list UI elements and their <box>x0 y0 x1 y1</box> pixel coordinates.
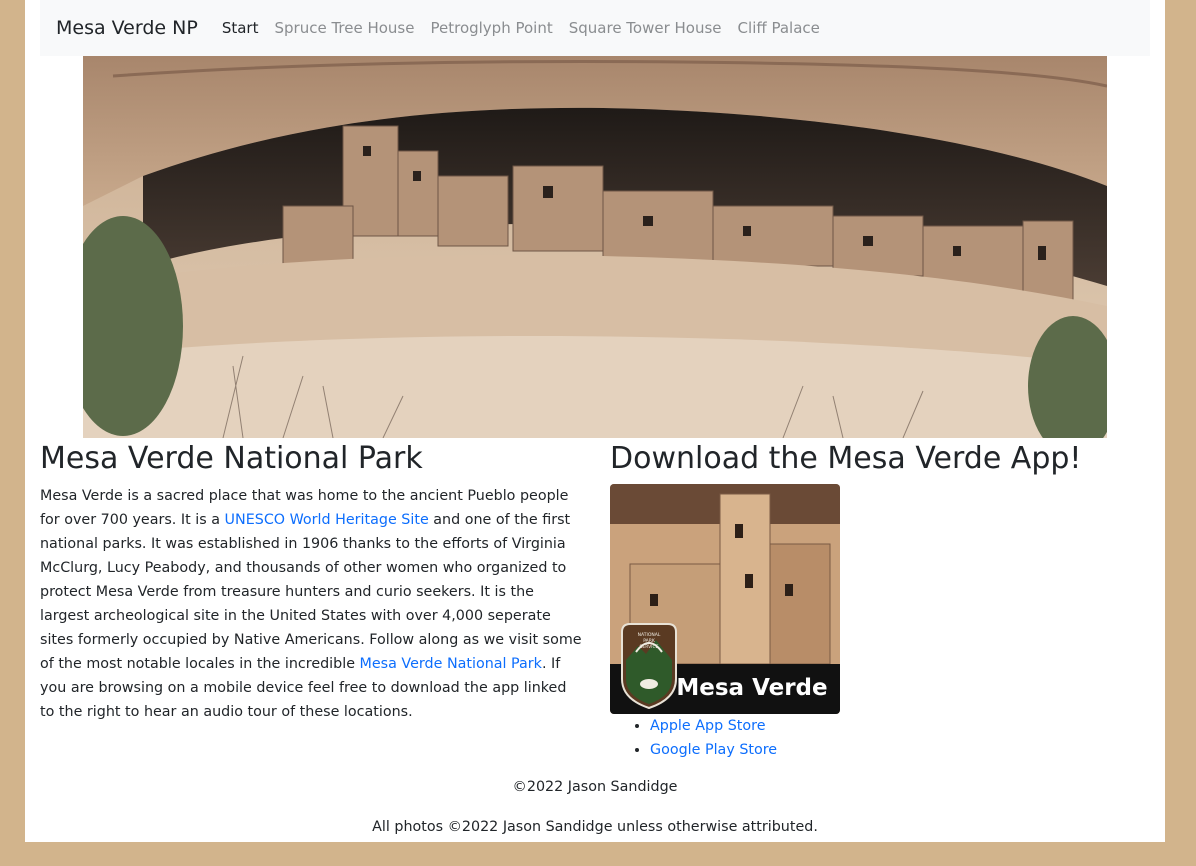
park-intro-section: Mesa Verde National Park Mesa Verde is a… <box>40 438 585 724</box>
nav-item-petroglyph-point[interactable]: Petroglyph Point <box>430 19 552 37</box>
mesa-verde-park-link[interactable]: Mesa Verde National Park <box>360 656 542 672</box>
page-container: Mesa Verde NP Start Spruce Tree House Pe… <box>25 0 1165 842</box>
google-play-store-link[interactable]: Google Play Store <box>650 742 777 758</box>
list-item: Google Play Store <box>650 738 1150 762</box>
app-heading: Download the Mesa Verde App! <box>610 441 1082 476</box>
hero-image-cliff-dwelling <box>83 56 1107 438</box>
navbar: Mesa Verde NP Start Spruce Tree House Pe… <box>40 0 1150 56</box>
unesco-link[interactable]: UNESCO World Heritage Site <box>225 512 429 528</box>
app-logo-image: NATIONAL PARK SERVICE Mesa Verde <box>610 484 840 714</box>
nps-badge-text-3: SERVICE <box>640 644 659 650</box>
navbar-brand[interactable]: Mesa Verde NP <box>56 17 198 39</box>
app-store-list: Apple App Store Google Play Store <box>610 714 1150 762</box>
apple-app-store-link[interactable]: Apple App Store <box>650 718 766 734</box>
description-text-2: and one of the first national parks. It … <box>40 512 582 672</box>
nps-badge-text-2: PARK <box>643 638 656 644</box>
nav-item-spruce-tree-house[interactable]: Spruce Tree House <box>274 19 414 37</box>
footer-photo-credit: All photos ©2022 Jason Sandidge unless o… <box>372 819 818 835</box>
app-download-section: Download the Mesa Verde App! NATIONAL PA… <box>610 438 1150 762</box>
nav-item-square-tower-house[interactable]: Square Tower House <box>569 19 722 37</box>
footer-copyright: ©2022 Jason Sandidge <box>512 779 678 795</box>
nav-item-start[interactable]: Start <box>222 19 259 37</box>
park-description: Mesa Verde is a sacred place that was ho… <box>40 484 585 724</box>
nav-item-cliff-palace[interactable]: Cliff Palace <box>738 19 820 37</box>
list-item: Apple App Store <box>650 714 1150 738</box>
app-logo-text: Mesa Verde <box>676 675 827 701</box>
nps-badge-text-1: NATIONAL <box>638 632 661 638</box>
page-heading: Mesa Verde National Park <box>40 441 423 476</box>
